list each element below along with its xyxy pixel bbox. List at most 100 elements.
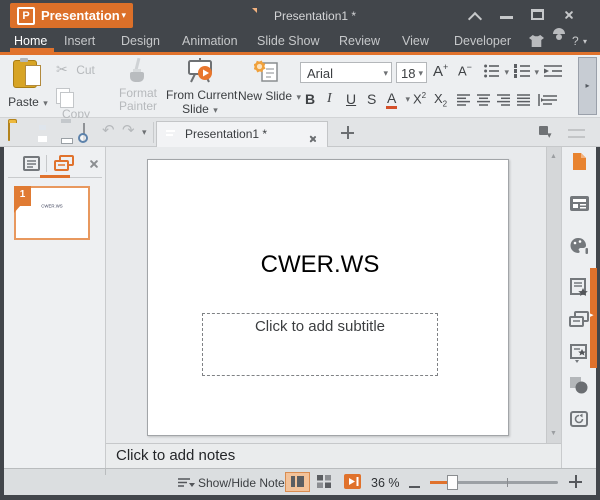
align-center-button[interactable] [477, 93, 490, 111]
active-pane-indicator [40, 175, 70, 178]
slide-number: 1 [14, 186, 31, 204]
quick-access-separator [153, 122, 154, 143]
note-visibility-icon[interactable] [178, 477, 195, 489]
panel-resize-handle[interactable] [568, 129, 585, 138]
from-current-slide-label-2: Slide [182, 102, 209, 116]
paste-button[interactable]: Paste ▾ [6, 58, 50, 114]
bold-button[interactable]: B [305, 91, 315, 107]
minimize-button[interactable] [500, 16, 513, 19]
superscript-button[interactable]: X2 [413, 91, 426, 106]
sidebar-template-icon[interactable] [570, 344, 588, 363]
document-tab-active[interactable]: Presentation1 * [156, 121, 328, 147]
align-right-icon [497, 94, 510, 106]
sidebar-animation-icon[interactable] [570, 411, 588, 429]
format-painter-button[interactable]: Format Painter [112, 58, 164, 116]
note-toggle-label[interactable]: Show/Hide Note [198, 476, 285, 490]
font-name-select[interactable]: Arial ▾ [300, 62, 392, 83]
task-pane-handle[interactable]: ▸ [590, 268, 597, 368]
menu-tab-slide-show[interactable]: Slide Show [257, 30, 320, 52]
print-preview-button[interactable] [83, 123, 85, 142]
subtitle-placeholder-box[interactable]: Click to add subtitle [202, 313, 438, 376]
maximize-button[interactable] [531, 9, 544, 20]
strikethrough-button[interactable]: S [367, 91, 376, 107]
menu-tab-developer[interactable]: Developer [454, 30, 511, 52]
decrease-font-button[interactable]: A− [458, 62, 480, 82]
view-sorter-icon [317, 475, 331, 488]
view-slideshow-button[interactable] [344, 474, 361, 489]
slides-pane-icon[interactable] [54, 155, 74, 172]
scroll-down-icon[interactable]: ▼ [550, 430, 557, 437]
app-name: Presentation [41, 8, 120, 23]
increase-font-label: A [433, 63, 443, 80]
zoom-slider-midpoint-tick [507, 478, 508, 487]
task-pane-handle-arrow-icon: ▸ [590, 312, 594, 319]
align-right-button[interactable] [497, 93, 510, 111]
text-direction-button[interactable] [538, 93, 558, 111]
font-size-select[interactable]: 18 ▾ [396, 62, 427, 83]
italic-button[interactable]: I [327, 91, 332, 107]
tab-list-caret-icon: ▾ [547, 131, 552, 140]
sidebar-slides-icon[interactable] [569, 311, 589, 328]
cut-button[interactable]: ✂ Cut [56, 61, 108, 81]
align-left-button[interactable] [457, 93, 470, 111]
from-current-slide-button[interactable]: From Current Slide ▾ [166, 58, 234, 116]
sidebar-layout-icon[interactable] [570, 196, 589, 211]
app-menu-button[interactable]: P Presentation ▾ [10, 3, 133, 28]
menu-tab-design[interactable]: Design [121, 30, 160, 52]
menu-tab-insert[interactable]: Insert [64, 30, 95, 52]
editing-canvas[interactable]: CWER.WS Click to add subtitle [106, 147, 546, 443]
slide-title-text[interactable]: CWER.WS [201, 251, 439, 279]
notes-area[interactable]: Click to add notes [106, 443, 561, 468]
zoom-in-button[interactable] [569, 475, 582, 488]
app-logo-icon: P [17, 7, 35, 25]
redo-button[interactable]: ↷ [122, 123, 135, 138]
sidebar-notes-icon[interactable] [570, 278, 588, 296]
font-color-label: A [386, 90, 397, 109]
menu-tab-animation[interactable]: Animation [182, 30, 238, 52]
slide[interactable]: CWER.WS Click to add subtitle [147, 159, 509, 436]
from-current-slide-caret-icon: ▾ [213, 105, 218, 115]
pane-tabs-separator [46, 155, 47, 172]
menu-tab-review[interactable]: Review [339, 30, 380, 52]
zoom-out-button[interactable] [409, 475, 423, 489]
justify-button[interactable] [517, 93, 530, 111]
font-color-button[interactable]: A ▾ [386, 90, 410, 110]
indent-button[interactable] [544, 64, 562, 83]
sidebar-shapes-icon[interactable] [570, 377, 588, 394]
outline-pane-icon[interactable] [23, 156, 40, 171]
sidebar-design-icon[interactable] [570, 237, 589, 254]
vertical-scrollbar[interactable]: ▲ ▼ [546, 147, 561, 443]
close-button[interactable] [564, 10, 576, 22]
view-normal-button[interactable] [285, 472, 310, 492]
sidebar-file-icon[interactable] [570, 152, 588, 171]
scroll-up-icon[interactable]: ▲ [550, 153, 557, 160]
from-current-slide-icon [186, 58, 214, 84]
undo-button[interactable]: ↶ [102, 123, 115, 138]
help-button[interactable]: ? [572, 34, 579, 48]
titlebar: P Presentation ▾ Presentation1 * [0, 0, 600, 30]
new-document-tab-button[interactable] [341, 126, 354, 139]
view-sorter-button[interactable] [317, 475, 332, 489]
zoom-slider-handle[interactable] [447, 475, 458, 490]
paste-label: Paste [8, 95, 39, 109]
slide-panel-close-icon[interactable] [89, 159, 99, 169]
skin-icon[interactable] [529, 35, 544, 47]
collapse-window-button[interactable] [470, 11, 486, 23]
numbering-button[interactable]: ▾ [514, 64, 530, 83]
tab-list-button[interactable]: ▾ [539, 125, 557, 141]
ribbon-expand-strip[interactable]: ▸ [578, 57, 597, 115]
increase-font-button[interactable]: A+ [433, 62, 455, 82]
quick-access-caret-icon[interactable]: ▾ [142, 128, 147, 137]
zoom-level-value[interactable]: 36 % [371, 476, 400, 490]
subscript-base: X [434, 91, 443, 106]
bullets-button[interactable]: ▾ [484, 64, 500, 83]
menu-tab-view[interactable]: View [402, 30, 429, 52]
statusbar: Show/Hide Note 36 % [4, 468, 596, 495]
format-painter-icon [127, 58, 149, 82]
document-tab-close-icon[interactable] [309, 135, 317, 143]
copy-button[interactable]: Copy [56, 87, 108, 107]
new-slide-button[interactable]: New Slide ▾ [238, 58, 296, 114]
underline-button[interactable]: U [346, 91, 356, 107]
subscript-button[interactable]: X2 [434, 91, 447, 109]
open-button[interactable] [8, 122, 10, 141]
